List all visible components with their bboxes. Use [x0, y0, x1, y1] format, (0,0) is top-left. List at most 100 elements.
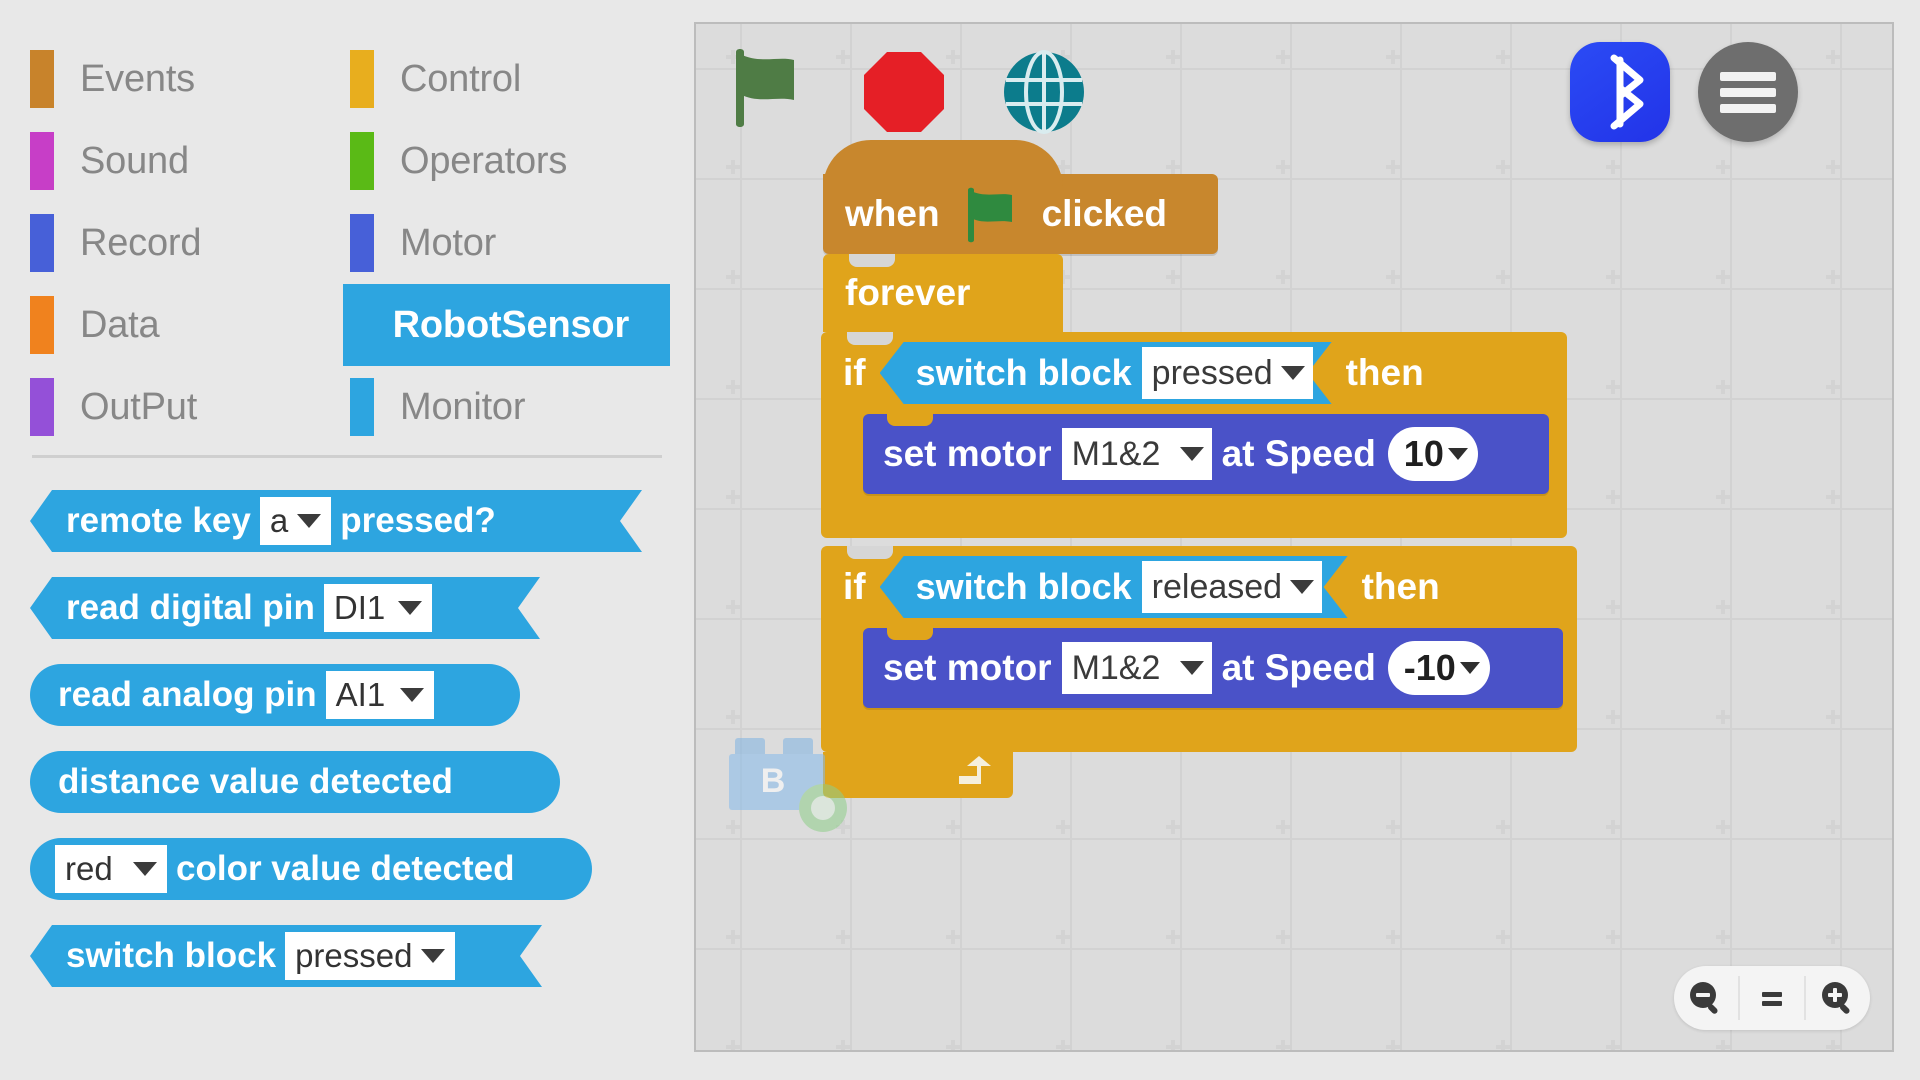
- block-label: switch block: [66, 936, 277, 975]
- category-color-swatch: [350, 50, 374, 108]
- number-field-speed-2[interactable]: -10: [1387, 641, 1490, 695]
- category-motor[interactable]: Motor: [350, 202, 670, 284]
- block-when-flag-clicked[interactable]: when clicked: [823, 140, 1218, 254]
- stop-sign-icon[interactable]: [862, 50, 946, 134]
- script-workspace[interactable]: when clicked forever if switch block pre…: [694, 22, 1894, 1052]
- block-label: distance value detected: [58, 762, 453, 801]
- dropdown-value: DI1: [333, 589, 386, 626]
- palette-block-distance-value[interactable]: distance value detected: [30, 751, 560, 813]
- category-label: RobotSensor: [392, 303, 630, 346]
- green-flag-icon[interactable]: [720, 42, 810, 132]
- block-label: switch block: [915, 352, 1132, 393]
- palette-block-remote-key[interactable]: remote key a pressed?: [30, 490, 642, 552]
- block-label: clicked: [1041, 193, 1168, 234]
- category-record[interactable]: Record: [30, 202, 350, 284]
- palette-block-read-digital-pin[interactable]: read digital pin DI1: [30, 577, 540, 639]
- dropdown-value: M1&2: [1071, 648, 1161, 687]
- bluetooth-icon: [1610, 54, 1644, 130]
- chevron-down-icon: [133, 862, 157, 876]
- hamburger-menu-button[interactable]: [1698, 42, 1798, 142]
- dropdown-field-motor-port-2[interactable]: M1&2: [1061, 642, 1212, 694]
- category-color-swatch: [350, 132, 374, 190]
- zoom-controls: [1674, 966, 1870, 1030]
- zoom-in-button[interactable]: [1806, 966, 1870, 1030]
- dropdown-field-switch-state-1[interactable]: pressed: [1141, 347, 1313, 399]
- category-color-swatch: [30, 296, 54, 354]
- loop-arrow-icon: [959, 756, 991, 784]
- chevron-down-icon: [1459, 662, 1480, 674]
- block-label: read analog pin: [58, 675, 317, 714]
- block-label: if: [843, 566, 866, 607]
- if-body-1: set motor M1&2 at Speed 10: [821, 414, 1567, 494]
- chevron-down-icon: [1447, 448, 1468, 460]
- category-color-swatch: [30, 50, 54, 108]
- dropdown-field-switch-state-2[interactable]: released: [1141, 561, 1323, 613]
- category-label: Operators: [400, 139, 568, 182]
- bluetooth-button[interactable]: [1570, 42, 1670, 142]
- category-output[interactable]: OutPut: [30, 366, 350, 448]
- block-forever[interactable]: forever if switch block pressed then set…: [821, 254, 1577, 798]
- block-notch: [887, 414, 933, 426]
- chevron-down-icon: [1280, 366, 1305, 380]
- dropdown-field-key[interactable]: a: [259, 497, 332, 545]
- zoom-in-icon: [1822, 982, 1850, 1014]
- dropdown-field-analog-pin[interactable]: AI1: [325, 671, 434, 719]
- block-label: when: [845, 193, 940, 234]
- category-label: Sound: [80, 139, 189, 182]
- palette-block-read-analog-pin[interactable]: read analog pin AI1: [30, 664, 520, 726]
- block-label: forever: [845, 272, 971, 313]
- chevron-down-icon: [1179, 447, 1204, 461]
- block-switch-block-condition-1[interactable]: switch block pressed: [880, 342, 1332, 404]
- if-header: if switch block released then: [821, 546, 1577, 628]
- category-label: Monitor: [400, 385, 526, 428]
- palette-panel: Events Control Sound Operators Record Mo…: [0, 0, 690, 1080]
- dropdown-field-color[interactable]: red: [55, 845, 167, 893]
- block-label: at Speed: [1221, 647, 1376, 688]
- category-events[interactable]: Events: [30, 38, 350, 120]
- block-set-motor-2[interactable]: set motor M1&2 at Speed -10: [863, 628, 1563, 708]
- dropdown-field-motor-port-1[interactable]: M1&2: [1061, 428, 1212, 480]
- block-label: if: [843, 352, 866, 393]
- zoom-reset-icon: [1762, 992, 1782, 1006]
- block-set-motor-1[interactable]: set motor M1&2 at Speed 10: [863, 414, 1549, 494]
- if-footer-2: [821, 708, 1577, 752]
- chevron-down-icon: [1179, 661, 1204, 675]
- dropdown-field-digital-pin[interactable]: DI1: [323, 584, 432, 632]
- number-value: -10: [1403, 647, 1456, 688]
- category-operators[interactable]: Operators: [350, 120, 670, 202]
- block-label: then: [1345, 352, 1424, 393]
- category-row: Data RobotSensor: [30, 284, 670, 366]
- if-header: if switch block pressed then: [821, 332, 1567, 414]
- category-control[interactable]: Control: [350, 38, 670, 120]
- block-switch-block-condition-2[interactable]: switch block released: [880, 556, 1348, 618]
- block-label: remote key: [66, 501, 251, 540]
- category-robotsensor[interactable]: RobotSensor: [342, 284, 670, 366]
- chevron-down-icon: [421, 949, 446, 963]
- forever-header: forever: [823, 254, 1063, 332]
- chevron-down-icon: [399, 688, 424, 702]
- category-data[interactable]: Data: [30, 284, 343, 366]
- chevron-down-icon: [297, 514, 322, 528]
- dropdown-field-switch-state[interactable]: pressed: [285, 932, 456, 980]
- zoom-out-button[interactable]: [1674, 966, 1738, 1030]
- block-if-1[interactable]: if switch block pressed then set motor M…: [821, 332, 1567, 538]
- block-label: at Speed: [1221, 433, 1376, 474]
- palette-block-switch-block[interactable]: switch block pressed: [30, 925, 542, 987]
- palette-block-color-value[interactable]: red color value detected: [30, 838, 592, 900]
- category-row: Sound Operators: [30, 120, 670, 202]
- script-stack[interactable]: when clicked forever if switch block pre…: [729, 140, 1577, 832]
- category-color-swatch: [30, 378, 54, 436]
- category-sound[interactable]: Sound: [30, 120, 350, 202]
- number-field-speed-1[interactable]: 10: [1387, 427, 1478, 481]
- zoom-reset-button[interactable]: [1740, 966, 1804, 1030]
- block-notch: [849, 254, 895, 267]
- chevron-down-icon: [397, 601, 422, 615]
- block-if-2[interactable]: if switch block released then set motor …: [821, 546, 1577, 752]
- category-monitor[interactable]: Monitor: [350, 366, 670, 448]
- dropdown-value: a: [269, 502, 289, 539]
- block-label: switch block: [915, 566, 1132, 607]
- zoom-out-icon: [1690, 982, 1718, 1014]
- category-color-swatch: [350, 378, 374, 436]
- category-label: OutPut: [80, 385, 198, 428]
- globe-icon[interactable]: [1002, 50, 1086, 134]
